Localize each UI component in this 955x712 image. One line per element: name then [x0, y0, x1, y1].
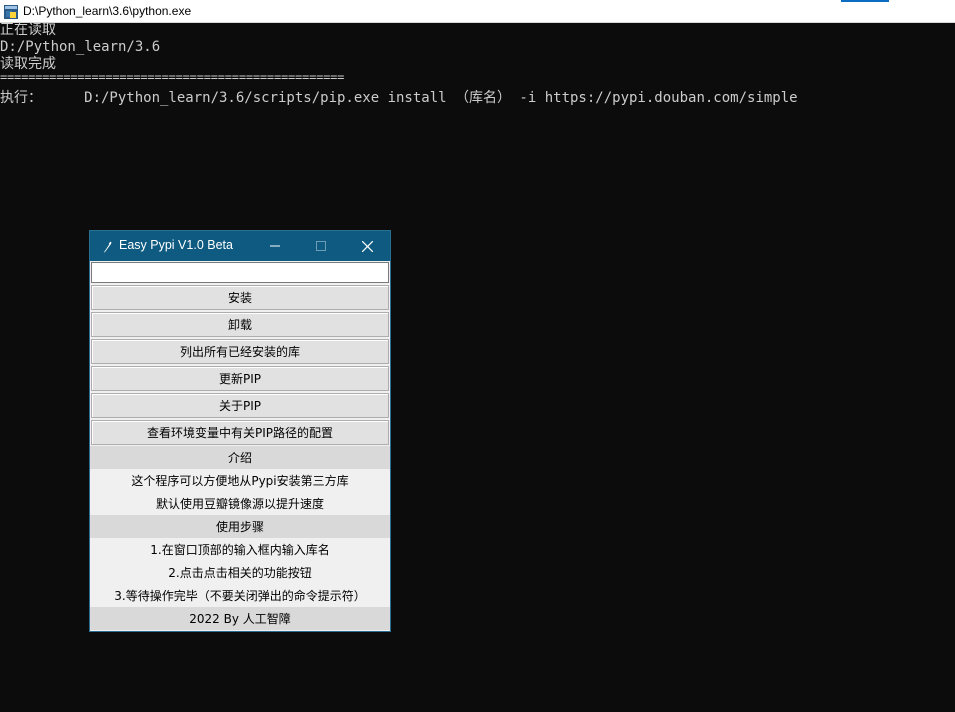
- python-console-icon: [4, 4, 18, 19]
- footer-credit: 2022 By 人工智障: [90, 607, 390, 630]
- easy-pypi-window: Easy Pypi V1.0 Beta 安装 卸载 列出所有已经安装的库 更新P…: [89, 230, 391, 632]
- close-button[interactable]: [344, 231, 390, 261]
- step-2: 2.点击点击相关的功能按钮: [168, 566, 312, 580]
- env-config-button[interactable]: 查看环境变量中有关PIP路径的配置: [91, 420, 389, 445]
- console-separator: ========================================…: [0, 73, 345, 82]
- about-pip-button[interactable]: 关于PIP: [91, 393, 389, 418]
- minimize-icon: [270, 245, 280, 247]
- console-accent-bar: [841, 0, 889, 2]
- intro-line-2: 默认使用豆瓣镜像源以提升速度: [155, 497, 324, 511]
- install-button[interactable]: 安装: [91, 285, 389, 310]
- intro-heading: 介绍: [90, 446, 390, 469]
- intro-line-1: 这个程序可以方便地从Pypi安装第三方库: [131, 474, 349, 488]
- list-installed-button[interactable]: 列出所有已经安装的库: [91, 339, 389, 364]
- console-line-read-done: 读取完成: [0, 56, 56, 72]
- console-line-exec: 执行： D:/Python_learn/3.6/scripts/pip.exe …: [0, 90, 798, 106]
- steps-heading: 使用步骤: [90, 515, 390, 538]
- minimize-button[interactable]: [252, 231, 298, 261]
- maximize-button[interactable]: [298, 231, 344, 261]
- tk-feather-icon: [100, 239, 114, 254]
- close-icon: [361, 240, 373, 252]
- console-window-title: D:\Python_learn\3.6\python.exe: [23, 4, 192, 18]
- console-titlebar[interactable]: D:\Python_learn\3.6\python.exe: [0, 0, 955, 23]
- package-name-input[interactable]: [91, 262, 389, 283]
- app-title: Easy Pypi V1.0 Beta: [119, 238, 233, 252]
- uninstall-button[interactable]: 卸载: [91, 312, 389, 337]
- maximize-icon: [316, 241, 326, 251]
- app-titlebar[interactable]: Easy Pypi V1.0 Beta: [90, 231, 390, 261]
- console-output: 正在读取 D:/Python_learn/3.6 读取完成 ==========…: [0, 22, 955, 107]
- update-pip-button[interactable]: 更新PIP: [91, 366, 389, 391]
- console-line-reading: 正在读取: [0, 22, 56, 38]
- console-line-path: D:/Python_learn/3.6: [0, 39, 161, 55]
- step-3: 3.等待操作完毕（不要关闭弹出的命令提示符）: [114, 589, 366, 603]
- step-1: 1.在窗口顶部的输入框内输入库名: [150, 543, 330, 557]
